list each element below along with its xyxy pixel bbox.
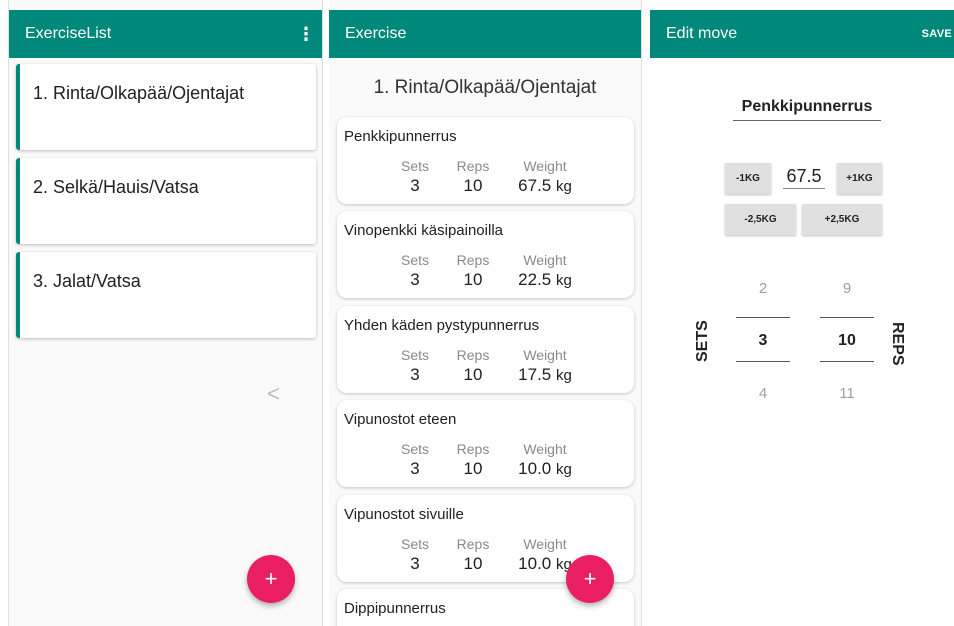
weight-stat: Weight 67.5 kg bbox=[513, 158, 577, 196]
reps-label: Reps bbox=[456, 536, 490, 552]
reps-label: Reps bbox=[456, 158, 490, 174]
weight-unit: kg bbox=[555, 178, 572, 195]
reps-stat: Reps 10 bbox=[453, 536, 493, 574]
exercise-name: Penkkipunnerrus bbox=[344, 128, 457, 145]
plus-2-5kg-button[interactable]: +2,5KG bbox=[802, 204, 882, 235]
weight-number: 10.0 bbox=[518, 554, 552, 573]
edit-move-screen: Edit move SAVE Penkkipunnerrus -1KG 67.5… bbox=[650, 0, 954, 626]
edit-move-title: Edit move bbox=[666, 25, 738, 42]
weight-number: 67.5 bbox=[518, 176, 552, 195]
sets-divider-top bbox=[736, 317, 790, 318]
sets-picker-label: SETS bbox=[694, 320, 711, 362]
add-exercise-button[interactable]: + bbox=[566, 555, 614, 603]
exercise-card[interactable]: Penkkipunnerrus Sets 3 Reps 10 Weight 67… bbox=[337, 117, 634, 204]
reps-value: 10 bbox=[463, 176, 483, 195]
reps-stat: Reps 10 bbox=[453, 441, 493, 479]
exercise-card[interactable]: Vinopenkki käsipainoilla Sets 3 Reps 10 … bbox=[337, 211, 634, 298]
workout-card-1[interactable]: 1. Rinta/Olkapää/Ojentajat bbox=[16, 64, 316, 150]
sets-label: Sets bbox=[400, 158, 429, 174]
weight-number: 22.5 bbox=[518, 270, 552, 289]
reps-value: 10 bbox=[463, 270, 483, 289]
sets-label: Sets bbox=[400, 536, 429, 552]
weight-label: Weight bbox=[523, 252, 567, 268]
sets-value: 3 bbox=[410, 554, 420, 573]
exercise-name: Yhden käden pystypunnerrus bbox=[344, 317, 540, 334]
weight-number: 17.5 bbox=[518, 365, 552, 384]
exercise-name: Vipunostot sivuille bbox=[344, 506, 464, 523]
sets-stat: Sets 3 bbox=[395, 536, 435, 574]
sets-value: 3 bbox=[410, 270, 420, 289]
plus-1kg-button[interactable]: +1KG bbox=[837, 163, 882, 194]
overflow-menu-icon[interactable]: ⋮ bbox=[290, 24, 322, 45]
reps-divider-bottom bbox=[820, 361, 874, 362]
sets-current-value[interactable]: 3 bbox=[735, 332, 791, 350]
workout-list-screen: ExerciseList ⋮ 1. Rinta/Olkapää/Ojentaja… bbox=[8, 0, 323, 626]
weight-label: Weight bbox=[523, 441, 567, 457]
weight-stat: Weight 10.0 kg bbox=[513, 441, 577, 479]
sets-stat: Sets 3 bbox=[395, 252, 435, 290]
sets-next-value[interactable]: 4 bbox=[735, 385, 791, 402]
weight-label: Weight bbox=[523, 158, 567, 174]
weight-value: 67.5 kg bbox=[513, 176, 577, 196]
reps-value: 10 bbox=[463, 365, 483, 384]
weight-value: 17.5 kg bbox=[513, 365, 577, 385]
exercise-card[interactable]: Yhden käden pystypunnerrus Sets 3 Reps 1… bbox=[337, 306, 634, 393]
weight-unit: kg bbox=[555, 272, 572, 289]
reps-value: 10 bbox=[463, 459, 483, 478]
reps-next-value[interactable]: 11 bbox=[819, 385, 875, 402]
reps-label: Reps bbox=[456, 441, 490, 457]
weight-value: 10.0 kg bbox=[513, 459, 577, 479]
sets-value: 3 bbox=[410, 176, 420, 195]
chevron-left-icon[interactable]: < bbox=[267, 381, 280, 407]
exercise-card[interactable]: Vipunostot eteen Sets 3 Reps 10 Weight 1… bbox=[337, 400, 634, 487]
reps-stat: Reps 10 bbox=[453, 347, 493, 385]
exercise-name: Vipunostot eteen bbox=[344, 411, 457, 428]
sets-stat: Sets 3 bbox=[395, 158, 435, 196]
reps-stat: Reps 10 bbox=[453, 158, 493, 196]
exercise-name: Vinopenkki käsipainoilla bbox=[344, 222, 503, 239]
exercise-appbar: Exercise bbox=[329, 10, 641, 58]
reps-label: Reps bbox=[456, 347, 490, 363]
workout-list-appbar: ExerciseList ⋮ bbox=[9, 10, 322, 58]
exercise-screen: Exercise 1. Rinta/Olkapää/Ojentajat Penk… bbox=[329, 0, 642, 626]
reps-label: Reps bbox=[456, 252, 490, 268]
workout-heading: 1. Rinta/Olkapää/Ojentajat bbox=[373, 77, 597, 98]
workout-list-title: ExerciseList bbox=[25, 25, 112, 42]
sets-stat: Sets 3 bbox=[395, 347, 435, 385]
sets-value: 3 bbox=[410, 365, 420, 384]
weight-unit: kg bbox=[555, 461, 572, 478]
sets-label: Sets bbox=[400, 252, 429, 268]
edit-move-appbar: Edit move SAVE bbox=[650, 10, 954, 58]
weight-stat: Weight 22.5 kg bbox=[513, 252, 577, 290]
weight-input[interactable]: 67.5 bbox=[783, 166, 825, 189]
save-button[interactable]: SAVE bbox=[922, 28, 954, 40]
workout-card-2[interactable]: 2. Selkä/Hauis/Vatsa bbox=[16, 158, 316, 244]
sets-label: Sets bbox=[400, 441, 429, 457]
weight-value: 22.5 kg bbox=[513, 270, 577, 290]
weight-number: 10.0 bbox=[518, 459, 552, 478]
reps-divider-top bbox=[820, 317, 874, 318]
weight-label: Weight bbox=[523, 536, 567, 552]
reps-value: 10 bbox=[463, 554, 483, 573]
minus-1kg-button[interactable]: -1KG bbox=[725, 163, 771, 194]
exercise-screen-title: Exercise bbox=[345, 25, 407, 42]
move-name-field[interactable]: Penkkipunnerrus bbox=[733, 98, 881, 121]
sets-stat: Sets 3 bbox=[395, 441, 435, 479]
reps-prev-value[interactable]: 9 bbox=[819, 280, 875, 297]
weight-unit: kg bbox=[555, 367, 572, 384]
sets-value: 3 bbox=[410, 459, 420, 478]
add-workout-button[interactable]: + bbox=[247, 555, 295, 603]
reps-current-value[interactable]: 10 bbox=[819, 332, 875, 350]
weight-stat: Weight 17.5 kg bbox=[513, 347, 577, 385]
minus-2-5kg-button[interactable]: -2,5KG bbox=[725, 204, 796, 235]
exercise-name: Dippipunnerrus bbox=[344, 600, 446, 617]
sets-label: Sets bbox=[400, 347, 429, 363]
reps-stat: Reps 10 bbox=[453, 252, 493, 290]
reps-picker-label: REPS bbox=[889, 322, 906, 366]
sets-prev-value[interactable]: 2 bbox=[735, 280, 791, 297]
sets-divider-bottom bbox=[736, 361, 790, 362]
workout-card-3[interactable]: 3. Jalat/Vatsa bbox=[16, 252, 316, 338]
weight-label: Weight bbox=[523, 347, 567, 363]
